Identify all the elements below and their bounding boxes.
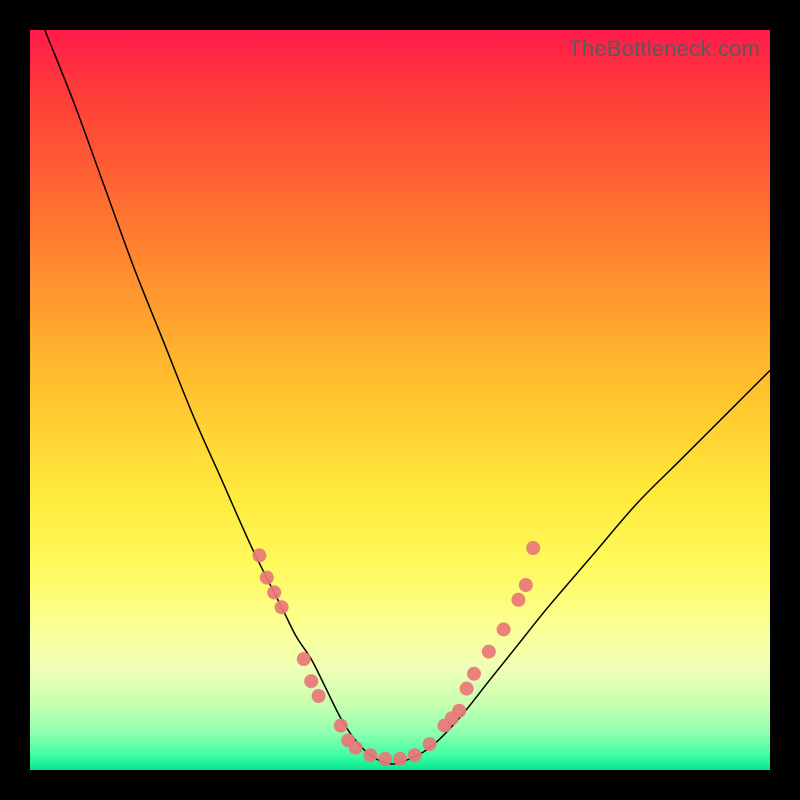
data-point bbox=[460, 682, 474, 696]
data-point bbox=[334, 719, 348, 733]
data-point bbox=[304, 674, 318, 688]
data-point bbox=[260, 571, 274, 585]
data-point bbox=[511, 593, 525, 607]
data-point bbox=[378, 752, 392, 766]
data-point bbox=[393, 752, 407, 766]
data-point bbox=[363, 748, 377, 762]
data-point bbox=[452, 704, 466, 718]
data-point bbox=[408, 748, 422, 762]
data-point bbox=[275, 600, 289, 614]
chart-frame: TheBottleneck.com bbox=[0, 0, 800, 800]
chart-svg bbox=[30, 30, 770, 770]
data-point bbox=[423, 737, 437, 751]
data-point bbox=[482, 645, 496, 659]
data-point bbox=[297, 652, 311, 666]
data-point bbox=[312, 689, 326, 703]
data-point bbox=[526, 541, 540, 555]
data-points-group bbox=[252, 541, 540, 766]
data-point bbox=[267, 585, 281, 599]
data-point bbox=[497, 622, 511, 636]
data-point bbox=[349, 741, 363, 755]
data-point bbox=[252, 548, 266, 562]
data-point bbox=[519, 578, 533, 592]
bottleneck-curve bbox=[45, 30, 770, 764]
plot-area: TheBottleneck.com bbox=[30, 30, 770, 770]
data-point bbox=[467, 667, 481, 681]
